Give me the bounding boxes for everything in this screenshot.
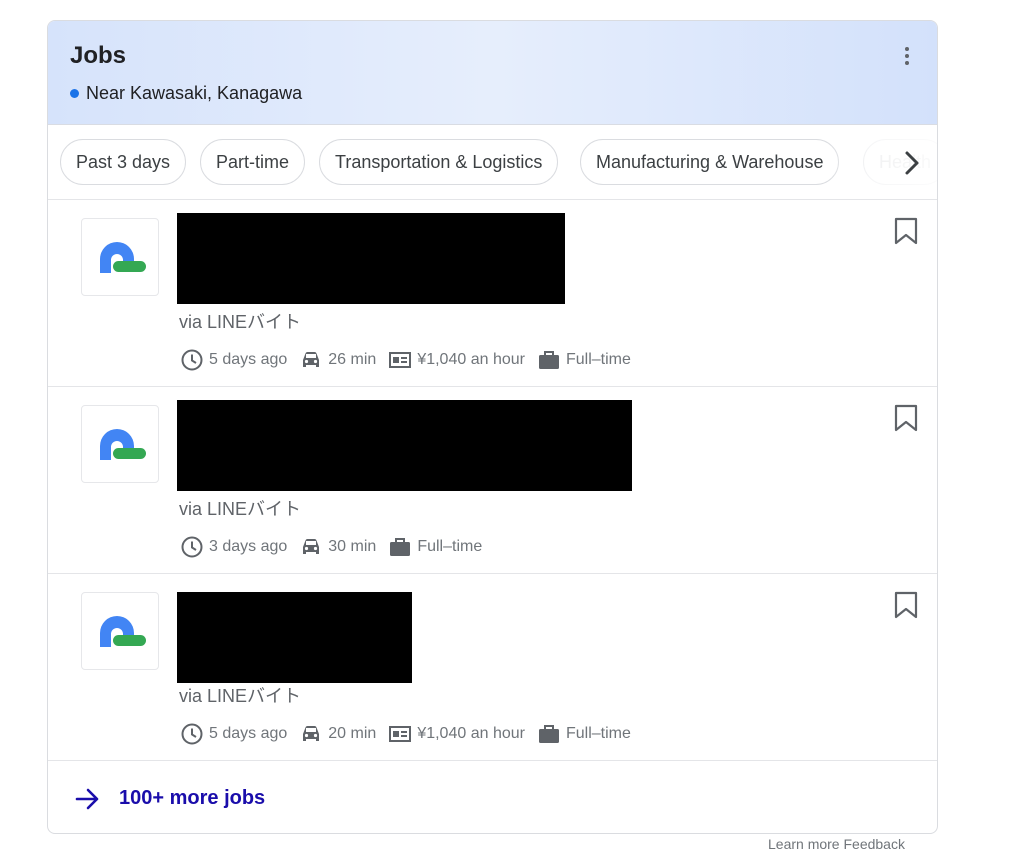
commute-item: 30 min bbox=[300, 537, 376, 557]
location-row: Near Kawasaki, Kanagawa bbox=[70, 83, 302, 104]
chip-transportation-logistics[interactable]: Transportation & Logistics bbox=[319, 139, 559, 185]
salary-icon bbox=[389, 352, 412, 368]
job-type-label: Full–time bbox=[565, 725, 631, 742]
commute-label: 30 min bbox=[328, 538, 377, 555]
commute-label: 20 min bbox=[328, 725, 377, 742]
job-meta: 5 days ago 26 min ¥1,040 an hour Full–ti… bbox=[181, 349, 644, 371]
salary-icon bbox=[389, 726, 412, 742]
car-icon bbox=[303, 726, 320, 741]
job-listing[interactable]: via LINEバイト 5 days ago 26 min ¥1,040 an … bbox=[48, 200, 937, 387]
posted-item: 3 days ago bbox=[181, 536, 287, 558]
arrow-right-icon bbox=[75, 788, 99, 810]
clock-icon bbox=[181, 723, 203, 745]
job-type-item: Full–time bbox=[538, 724, 631, 744]
job-listing[interactable]: via LINEバイト 5 days ago 20 min ¥1,040 an … bbox=[48, 574, 937, 761]
filter-chips: Past 3 days Part-time Transportation & L… bbox=[48, 125, 937, 200]
briefcase-icon bbox=[538, 725, 559, 743]
footer-links[interactable]: Learn more Feedback bbox=[768, 836, 905, 852]
posted-item: 5 days ago bbox=[181, 349, 287, 371]
posted-label: 3 days ago bbox=[209, 538, 288, 555]
chip-part-time[interactable]: Part-time bbox=[200, 139, 306, 185]
posted-label: 5 days ago bbox=[209, 351, 288, 368]
job-title-redacted[interactable] bbox=[177, 400, 632, 491]
briefcase-icon bbox=[390, 538, 411, 556]
jobs-card: Jobs Near Kawasaki, Kanagawa Past 3 days… bbox=[47, 20, 938, 834]
car-icon bbox=[303, 352, 320, 367]
jobs-title: Jobs bbox=[70, 42, 127, 69]
briefcase-icon bbox=[538, 351, 559, 369]
salary-label: ¥1,040 an hour bbox=[417, 725, 525, 742]
salary-label: ¥1,040 an hour bbox=[417, 351, 525, 368]
car-icon bbox=[303, 539, 320, 554]
more-vert-icon[interactable] bbox=[897, 46, 917, 66]
commute-item: 26 min bbox=[300, 350, 376, 370]
job-meta: 5 days ago 20 min ¥1,040 an hour Full–ti… bbox=[181, 723, 644, 745]
job-meta: 3 days ago 30 min Full–time bbox=[181, 536, 495, 558]
chip-manufacturing-warehouse[interactable]: Manufacturing & Warehouse bbox=[580, 139, 840, 185]
job-title-redacted[interactable] bbox=[177, 592, 412, 683]
company-logo bbox=[81, 218, 159, 296]
salary-item: ¥1,040 an hour bbox=[389, 351, 525, 369]
more-jobs-label: 100+ more jobs bbox=[119, 787, 266, 809]
job-type-label: Full–time bbox=[565, 351, 631, 368]
clock-icon bbox=[181, 536, 203, 558]
company-logo bbox=[81, 405, 159, 483]
location-dot-icon bbox=[70, 89, 79, 98]
chip-past-3-days[interactable]: Past 3 days bbox=[60, 139, 187, 185]
job-source: via LINEバイト bbox=[179, 312, 302, 332]
location-label: Near Kawasaki, Kanagawa bbox=[86, 83, 303, 103]
line-baito-logo-icon bbox=[100, 242, 146, 273]
company-logo bbox=[81, 592, 159, 670]
job-type-item: Full–time bbox=[538, 350, 631, 370]
jobs-header: Jobs Near Kawasaki, Kanagawa bbox=[48, 21, 937, 125]
more-jobs-link[interactable]: 100+ more jobs bbox=[48, 762, 937, 832]
job-source: via LINEバイト bbox=[179, 686, 302, 706]
job-type-item: Full–time bbox=[389, 537, 482, 557]
bookmark-icon[interactable] bbox=[894, 591, 918, 619]
job-type-label: Full–time bbox=[417, 538, 483, 555]
salary-item: ¥1,040 an hour bbox=[389, 725, 525, 743]
job-source: via LINEバイト bbox=[179, 499, 302, 519]
posted-item: 5 days ago bbox=[181, 723, 287, 745]
job-listing[interactable]: via LINEバイト 3 days ago 30 min Full–time bbox=[48, 387, 937, 574]
line-baito-logo-icon bbox=[100, 616, 146, 647]
job-title-redacted[interactable] bbox=[177, 213, 565, 304]
commute-label: 26 min bbox=[328, 351, 377, 368]
commute-item: 20 min bbox=[300, 724, 376, 744]
bookmark-icon[interactable] bbox=[894, 404, 918, 432]
bookmark-icon[interactable] bbox=[894, 217, 918, 245]
line-baito-logo-icon bbox=[100, 429, 146, 460]
posted-label: 5 days ago bbox=[209, 725, 288, 742]
chevron-right-icon[interactable] bbox=[900, 149, 924, 177]
clock-icon bbox=[181, 349, 203, 371]
